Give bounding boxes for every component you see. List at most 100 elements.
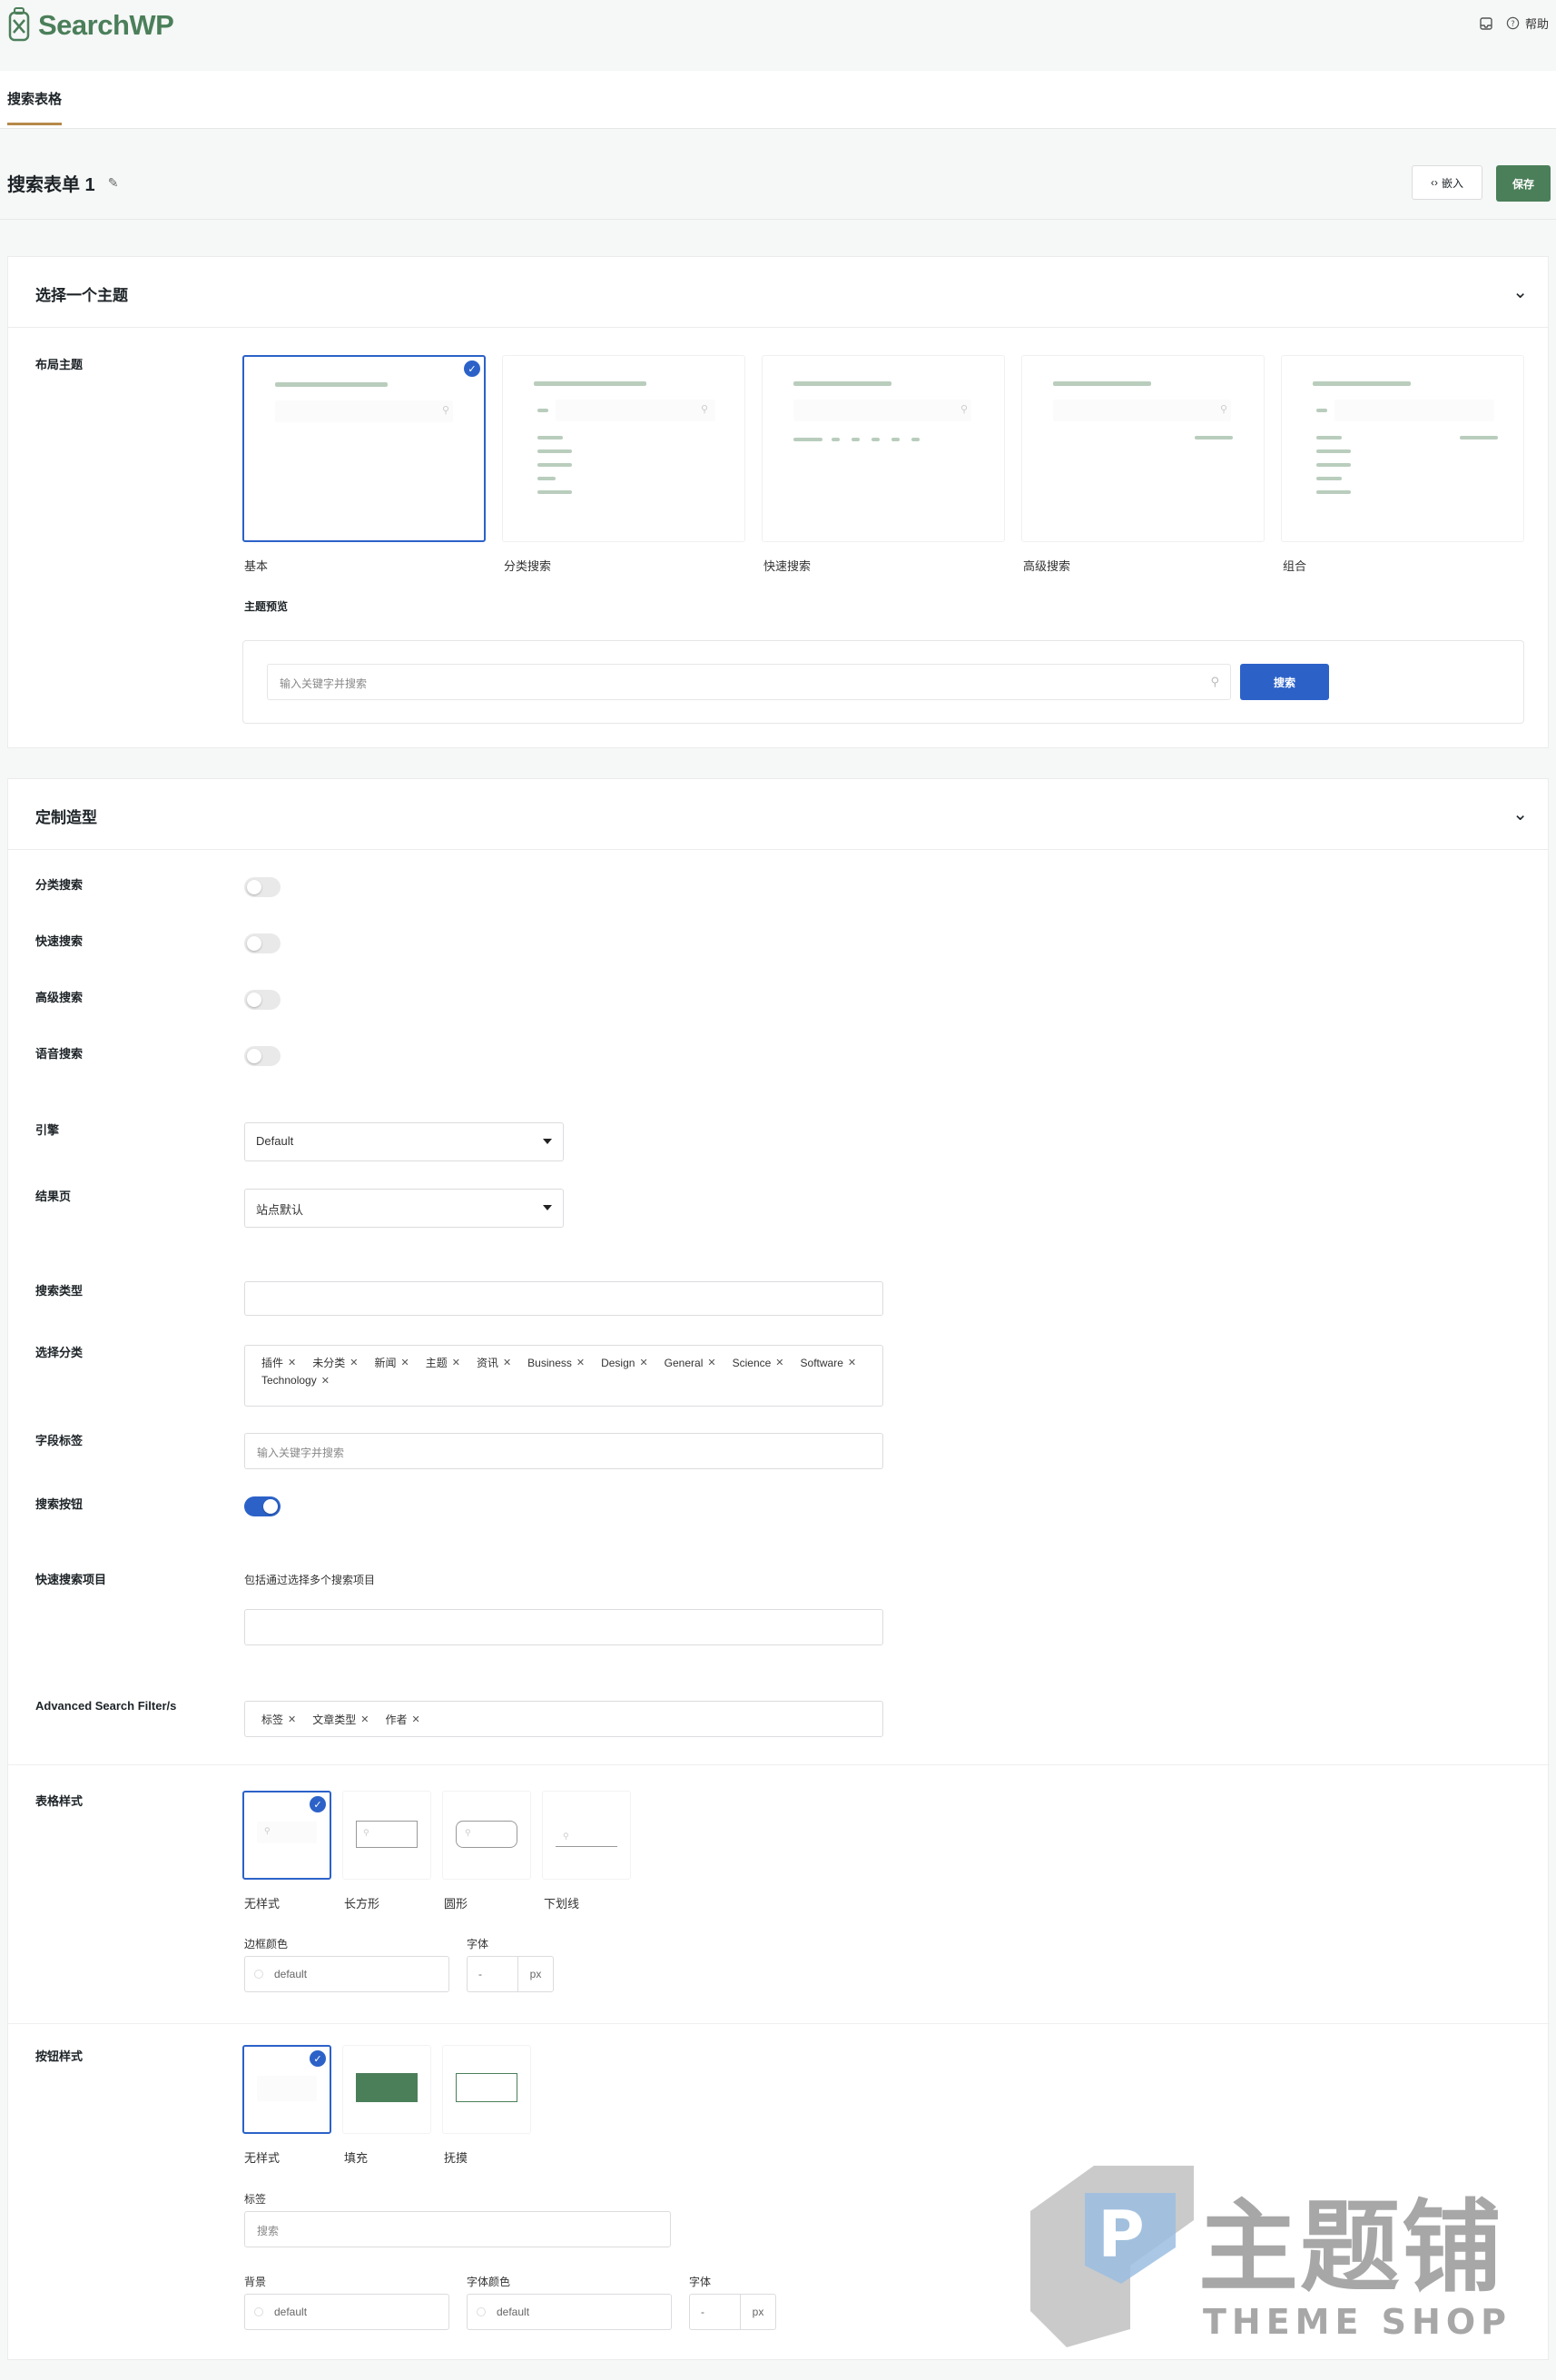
category-chip[interactable]: Technology ✕	[261, 1374, 330, 1387]
preview-search-button[interactable]: 搜索	[1240, 664, 1329, 700]
results-page-select[interactable]: 站点默认	[244, 1189, 564, 1228]
help-link[interactable]: ? 帮助	[1506, 15, 1549, 32]
category-chip[interactable]: 资讯 ✕	[477, 1355, 511, 1370]
preview-list-line	[537, 449, 572, 453]
category-chip[interactable]: General ✕	[665, 1355, 716, 1370]
search-button-toggle[interactable]	[244, 1496, 281, 1516]
filter-chip[interactable]: 作者 ✕	[385, 1712, 419, 1727]
watermark-cn-label: 主题铺	[1198, 2189, 1503, 2306]
custom-panel-title: 定制造型	[35, 809, 97, 826]
preview-quick-item	[911, 438, 920, 441]
form-style-round[interactable]: ⚲	[442, 1791, 531, 1880]
theme-name: 快速搜索	[763, 559, 812, 573]
style-name: 长方形	[344, 1897, 380, 1911]
close-icon[interactable]: ✕	[400, 1357, 409, 1368]
inbox-icon[interactable]	[1479, 16, 1493, 31]
preview-list-line	[1316, 477, 1342, 480]
preview-quick-item	[852, 438, 860, 441]
preview-title-line	[275, 382, 388, 387]
preview-input-shape	[1053, 400, 1231, 421]
tab-search-forms[interactable]: 搜索表格	[7, 89, 63, 125]
quick-search-toggle[interactable]	[244, 933, 281, 953]
close-icon[interactable]: ✕	[848, 1357, 856, 1368]
engine-value: Default	[256, 1134, 294, 1148]
button-style-outline[interactable]	[442, 2045, 531, 2134]
advanced-search-toggle[interactable]	[244, 990, 281, 1010]
quick-items-label: 快速搜索项目	[35, 1573, 107, 1586]
chevron-down-icon[interactable]: ⌄	[1512, 281, 1528, 303]
preview-search-input[interactable]: 输入关键字并搜索 ⚲	[267, 664, 1231, 700]
custom-panel-header[interactable]: 定制造型 ⌄	[8, 779, 1548, 850]
filter-chip[interactable]: 文章类型 ✕	[312, 1712, 369, 1727]
close-icon[interactable]: ✕	[576, 1357, 585, 1368]
watermark-text-cn: 主题铺	[1198, 2166, 1503, 2311]
border-color-field[interactable]: default	[244, 1956, 449, 1992]
voice-search-toggle[interactable]	[244, 1046, 281, 1066]
preview-quick-item	[891, 438, 900, 441]
close-icon[interactable]: ✕	[288, 1357, 296, 1368]
chip-label: 未分类	[312, 1357, 346, 1369]
background-color-field[interactable]: default	[244, 2294, 449, 2330]
search-type-label: 搜索类型	[35, 1284, 84, 1298]
form-style-underline[interactable]: ⚲	[542, 1791, 631, 1880]
close-icon[interactable]: ✕	[452, 1357, 460, 1368]
close-icon[interactable]: ✕	[707, 1357, 715, 1368]
advanced-filters-field[interactable]: 标签 ✕ 文章类型 ✕ 作者 ✕	[244, 1701, 883, 1737]
category-chip[interactable]: Business ✕	[527, 1355, 585, 1370]
theme-card-advanced[interactable]: ⚲	[1021, 355, 1265, 542]
close-icon[interactable]: ✕	[321, 1375, 330, 1387]
close-icon[interactable]: ✕	[639, 1357, 647, 1368]
close-icon[interactable]: ✕	[288, 1713, 296, 1725]
category-search-toggle[interactable]	[244, 877, 281, 897]
theme-card-quick[interactable]: ⚲	[762, 355, 1005, 542]
search-type-field[interactable]	[244, 1281, 883, 1316]
close-icon[interactable]: ✕	[503, 1357, 511, 1368]
close-icon[interactable]: ✕	[350, 1357, 358, 1368]
theme-card-category[interactable]: ⚲	[502, 355, 745, 542]
close-icon[interactable]: ✕	[775, 1357, 783, 1368]
divider	[8, 1764, 1550, 1765]
theme-name: 分类搜索	[504, 559, 552, 573]
style-name: 抚摸	[444, 2151, 468, 2165]
category-chip[interactable]: 插件 ✕	[261, 1355, 296, 1370]
button-style-filled[interactable]	[342, 2045, 431, 2134]
font-size-field[interactable]: - px	[467, 1956, 554, 1992]
filter-chip[interactable]: 标签 ✕	[261, 1712, 296, 1727]
button-font-size-field[interactable]: - px	[689, 2294, 776, 2330]
theme-name: 基本	[244, 559, 269, 573]
check-icon: ✓	[310, 2050, 326, 2067]
preview-button-shape	[257, 2076, 317, 2101]
theme-panel-header[interactable]: 选择一个主题 ⌄	[8, 257, 1548, 328]
category-chip[interactable]: Science ✕	[733, 1355, 784, 1370]
categories-field[interactable]: 插件 ✕ 未分类 ✕ 新闻 ✕ 主题 ✕ 资讯 ✕ Business ✕ Design ✕ G…	[244, 1345, 883, 1407]
category-chip[interactable]: Design ✕	[601, 1355, 648, 1370]
form-style-none[interactable]: ✓ ⚲	[242, 1791, 331, 1880]
category-chip[interactable]: 主题 ✕	[426, 1355, 460, 1370]
close-icon[interactable]: ✕	[411, 1713, 419, 1725]
form-style-rectangle[interactable]: ⚲	[342, 1791, 431, 1880]
field-label-input[interactable]: 输入关键字并搜索	[244, 1433, 883, 1469]
embed-button[interactable]: ‹› 嵌入	[1412, 165, 1482, 200]
category-chip[interactable]: Software ✕	[801, 1355, 857, 1370]
searchwp-logo[interactable]: SearchWP	[7, 7, 174, 44]
save-button[interactable]: 保存	[1496, 165, 1551, 202]
preview-quick-item	[832, 438, 840, 441]
edit-pencil-icon[interactable]: ✎	[108, 175, 119, 191]
style-name: 无样式	[244, 1897, 281, 1911]
category-chip[interactable]: 新闻 ✕	[374, 1355, 409, 1370]
button-style-none[interactable]: ✓	[242, 2045, 331, 2134]
quick-items-field[interactable]	[244, 1609, 883, 1645]
button-label-input[interactable]: 搜索	[244, 2211, 671, 2247]
style-name: 填充	[344, 2151, 369, 2165]
chip-label: 主题	[425, 1357, 448, 1369]
theme-card-combined[interactable]	[1281, 355, 1524, 542]
button-label-label: 标签	[244, 2193, 267, 2206]
search-icon: ⚲	[363, 1828, 369, 1837]
category-chip[interactable]: 未分类 ✕	[312, 1355, 358, 1370]
chevron-down-icon[interactable]: ⌄	[1512, 803, 1528, 825]
close-icon[interactable]: ✕	[360, 1713, 369, 1725]
color-swatch-icon	[477, 2307, 486, 2316]
theme-card-basic[interactable]: ✓ ⚲	[242, 355, 486, 542]
font-color-field[interactable]: default	[467, 2294, 672, 2330]
engine-select[interactable]: Default	[244, 1122, 564, 1161]
